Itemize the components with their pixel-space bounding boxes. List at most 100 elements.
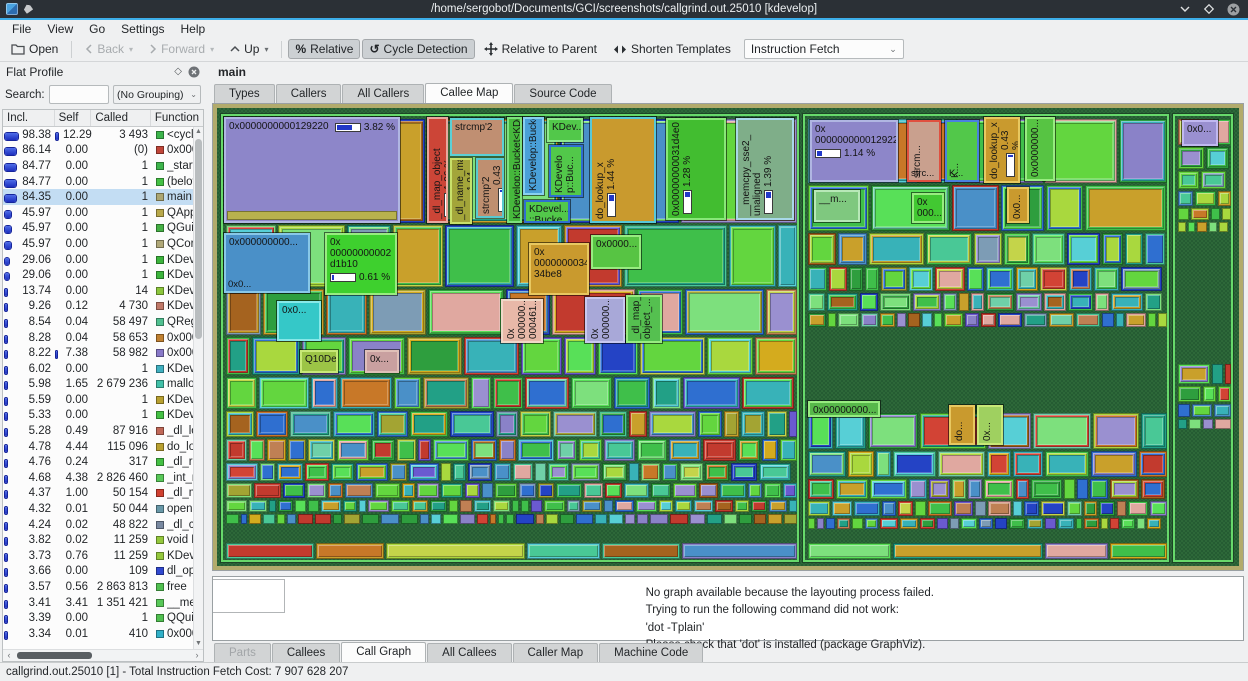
treemap-cell[interactable] [477, 514, 488, 524]
treemap-cell[interactable] [832, 501, 852, 516]
treemap-cell[interactable] [525, 377, 569, 409]
treemap-cell[interactable] [1091, 451, 1137, 477]
treemap-cell[interactable] [952, 479, 966, 499]
treemap-cell[interactable] [1016, 479, 1029, 499]
treemap-cell[interactable] [1189, 419, 1201, 429]
treemap-cell[interactable] [259, 377, 309, 409]
treemap-cell[interactable] [624, 483, 649, 498]
treemap-cell[interactable] [836, 479, 868, 499]
treemap-cell[interactable] [1046, 185, 1083, 231]
treemap-cell[interactable] [986, 293, 1014, 311]
treemap-cell[interactable] [1178, 147, 1204, 169]
treemap-cell[interactable] [333, 411, 375, 437]
treemap-cell[interactable] [762, 439, 778, 461]
column-header-called[interactable]: Called [91, 110, 151, 126]
treemap-cell[interactable] [450, 411, 494, 437]
treemap-cell[interactable] [1137, 518, 1145, 529]
treemap-cell[interactable] [226, 411, 254, 437]
treemap-cell[interactable] [938, 451, 985, 477]
menu-go[interactable]: Go [81, 21, 113, 37]
treemap-cell[interactable] [345, 483, 373, 498]
treemap-cell[interactable] [625, 514, 635, 524]
treemap-cell[interactable] [1116, 313, 1124, 327]
treemap-cell[interactable] [495, 483, 517, 498]
table-row[interactable]: 3.340.014100x0000000... [3, 626, 203, 642]
treemap-cell[interactable] [965, 313, 979, 327]
treemap-cell-labeled[interactable]: KDevel... ::Bucke... [524, 200, 570, 223]
treemap-cell[interactable] [1045, 119, 1117, 183]
table-row[interactable]: 8.540.0458 497QRegExp::i... [3, 314, 203, 330]
treemap-cell[interactable] [852, 518, 863, 529]
treemap-cell[interactable] [998, 313, 1022, 327]
treemap-cell[interactable] [516, 514, 534, 524]
treemap-cell[interactable] [298, 514, 313, 524]
treemap-cell[interactable] [1084, 501, 1097, 516]
treemap-cell[interactable] [518, 439, 554, 461]
treemap-cell[interactable] [359, 500, 366, 512]
tab-callers[interactable]: Callers [276, 84, 342, 103]
treemap-cell[interactable] [881, 267, 907, 291]
treemap-cell[interactable] [1068, 293, 1093, 311]
table-row[interactable]: 29.060.001KDevelop::... [3, 252, 203, 268]
tab-source-code[interactable]: Source Code [514, 84, 611, 103]
treemap-cell[interactable] [1016, 293, 1042, 311]
treemap-cell[interactable] [975, 501, 986, 516]
treemap-cell[interactable] [928, 501, 952, 516]
treemap-cell[interactable] [683, 377, 740, 409]
treemap-cell[interactable] [1094, 267, 1119, 291]
treemap-cell[interactable] [1219, 222, 1228, 232]
treemap-cell[interactable] [333, 514, 342, 524]
cycle-detection-toggle[interactable]: ↺ Cycle Detection [362, 39, 474, 59]
menu-view[interactable]: View [39, 21, 81, 37]
treemap-cell[interactable] [1222, 208, 1231, 220]
treemap-cell[interactable] [828, 313, 836, 327]
treemap-cell[interactable] [808, 267, 827, 291]
treemap-cell[interactable] [433, 439, 469, 461]
treemap-cell[interactable] [493, 500, 510, 512]
table-row[interactable]: 45.970.001QCoreAppl... [3, 236, 203, 252]
treemap-cell[interactable] [1009, 518, 1025, 529]
treemap-cell[interactable] [968, 479, 982, 499]
treemap-cell-labeled[interactable]: 0x0... [1007, 187, 1029, 223]
treemap-cell[interactable] [849, 267, 863, 291]
treemap-cell[interactable] [1064, 479, 1075, 499]
treemap-cell[interactable] [808, 313, 826, 327]
treemap-cell[interactable] [705, 463, 729, 481]
treemap-cell[interactable] [922, 313, 932, 327]
treemap-cell[interactable] [471, 377, 491, 409]
treemap-cell[interactable] [952, 185, 999, 231]
treemap-cell[interactable] [465, 483, 480, 498]
treemap-cell-labeled[interactable]: do_lookup_x0.43 % [984, 117, 1020, 183]
treemap-cell[interactable] [880, 293, 911, 311]
treemap-cell[interactable] [868, 413, 918, 449]
treemap-cell[interactable] [344, 514, 360, 524]
treemap-cell[interactable] [1085, 185, 1166, 231]
treemap-cell[interactable] [1102, 313, 1114, 327]
treemap-cell[interactable] [900, 518, 918, 529]
treemap-cell[interactable] [386, 543, 525, 559]
treemap-cell[interactable] [412, 500, 428, 512]
treemap-cell[interactable] [680, 463, 703, 481]
treemap-cell[interactable] [595, 514, 607, 524]
treemap-cell[interactable] [1095, 293, 1109, 311]
treemap-cell[interactable] [402, 483, 415, 498]
treemap-cell[interactable] [995, 518, 1007, 529]
treemap-cell-labeled[interactable]: K...K... [945, 120, 979, 182]
up-button[interactable]: Up▾ [223, 39, 275, 59]
treemap-cell[interactable] [880, 518, 898, 529]
treemap-cell[interactable] [226, 337, 250, 375]
table-row[interactable]: 45.970.001QApplication [3, 205, 203, 221]
tab-call-graph[interactable]: Call Graph [341, 642, 426, 662]
treemap-cell-labeled[interactable]: _dl_name_match_p1.04 % [450, 158, 472, 224]
treemap-cell-labeled[interactable]: 0x 000... [912, 193, 944, 223]
treemap-cell[interactable] [311, 377, 338, 409]
treemap-cell-labeled[interactable]: KDevelop::Bucket<KDevel... [507, 117, 522, 223]
treemap-cell[interactable] [926, 233, 972, 265]
treemap-cell[interactable] [1041, 501, 1065, 516]
treemap-cell[interactable] [817, 518, 824, 529]
treemap-cell[interactable] [256, 411, 288, 437]
treemap-cell[interactable] [226, 543, 314, 559]
treemap-cell[interactable] [870, 479, 907, 499]
treemap-cell[interactable] [876, 451, 891, 477]
back-button[interactable]: Back▾ [78, 39, 140, 59]
